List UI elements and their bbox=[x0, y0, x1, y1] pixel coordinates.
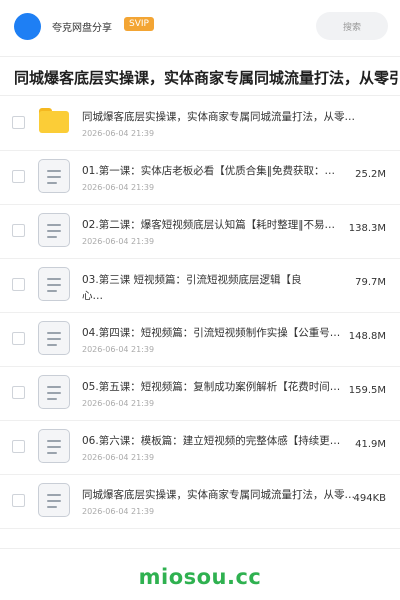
row-checkbox[interactable] bbox=[12, 116, 25, 129]
header: 夸克网盘分享 SVIP 搜索 bbox=[0, 0, 400, 52]
list-item[interactable]: 05.第五课：短视频篇：复制成功案例解析【花费时间… 2026-06-04 21… bbox=[0, 367, 400, 421]
item-date: 2026-06-04 21:39 bbox=[82, 399, 155, 408]
document-icon bbox=[38, 429, 70, 463]
item-date: 2026-06-04 21:39 bbox=[82, 453, 155, 462]
search-input[interactable]: 搜索 bbox=[316, 12, 388, 40]
document-icon bbox=[38, 375, 70, 409]
item-date: 2026-06-04 21:39 bbox=[82, 237, 155, 246]
file-list: 同城爆客底层实操课，实体商家专属同城流量打法，从零… 2026-06-04 21… bbox=[0, 97, 400, 529]
document-icon bbox=[38, 213, 70, 247]
share-title-bar: 同城爆客底层实操课，实体商家专属同城流量打法，从零引 bbox=[0, 56, 400, 96]
owner-name: 夸克网盘分享 bbox=[52, 23, 112, 34]
list-item[interactable]: 03.第三课 短视频篇：引流短视频底层逻辑【良心… 79.7M bbox=[0, 259, 400, 313]
item-size: 138.3M bbox=[348, 223, 386, 234]
document-icon bbox=[38, 267, 70, 301]
list-item[interactable]: 04.第四课：短视频篇：引流短视频制作实操【公重号… 2026-06-04 21… bbox=[0, 313, 400, 367]
row-checkbox[interactable] bbox=[12, 278, 25, 291]
item-size: 494KB bbox=[353, 493, 386, 504]
item-size: 148.8M bbox=[348, 331, 386, 342]
search-placeholder: 搜索 bbox=[342, 23, 361, 33]
document-icon bbox=[38, 483, 70, 517]
share-title: 同城爆客底层实操课，实体商家专属同城流量打法，从零引 bbox=[14, 69, 400, 87]
avatar[interactable] bbox=[14, 13, 41, 40]
item-size: 159.5M bbox=[348, 385, 386, 396]
item-size: 41.9M bbox=[355, 439, 386, 450]
svip-badge: SVIP bbox=[124, 17, 154, 31]
list-item[interactable]: 同城爆客底层实操课，实体商家专属同城流量打法，从零… 2026-06-04 21… bbox=[0, 475, 400, 529]
item-size: 79.7M bbox=[355, 277, 386, 288]
item-size: 25.2M bbox=[355, 169, 386, 180]
item-name: 同城爆客底层实操课，实体商家专属同城流量打法，从零… bbox=[82, 489, 355, 501]
list-item[interactable]: 同城爆客底层实操课，实体商家专属同城流量打法，从零… 2026-06-04 21… bbox=[0, 97, 400, 151]
watermark: miosou.cc bbox=[138, 565, 262, 589]
item-name: 同城爆客底层实操课，实体商家专属同城流量打法，从零… bbox=[82, 111, 355, 123]
row-checkbox[interactable] bbox=[12, 224, 25, 237]
row-checkbox[interactable] bbox=[12, 440, 25, 453]
item-name: 01.第一课：实体店老板必看【优质合集‖免费获取：… bbox=[82, 165, 335, 177]
document-icon bbox=[38, 159, 70, 193]
item-name: 03.第三课 短视频篇：引流短视频底层逻辑【良心… bbox=[82, 274, 302, 302]
item-date: 2026-06-04 21:39 bbox=[82, 345, 155, 354]
row-checkbox[interactable] bbox=[12, 386, 25, 399]
item-name: 04.第四课：短视频篇：引流短视频制作实操【公重号… bbox=[82, 327, 341, 339]
item-name: 02.第二课：爆客短视频底层认知篇【耗时整理‖不易… bbox=[82, 219, 335, 231]
list-item[interactable]: 02.第二课：爆客短视频底层认知篇【耗时整理‖不易… 2026-06-04 21… bbox=[0, 205, 400, 259]
item-name: 05.第五课：短视频篇：复制成功案例解析【花费时间… bbox=[82, 381, 341, 393]
footer: miosou.cc bbox=[0, 548, 400, 600]
item-date: 2026-06-04 21:39 bbox=[82, 183, 155, 192]
row-checkbox[interactable] bbox=[12, 494, 25, 507]
document-icon bbox=[38, 321, 70, 355]
list-item[interactable]: 01.第一课：实体店老板必看【优质合集‖免费获取：… 2026-06-04 21… bbox=[0, 151, 400, 205]
row-checkbox[interactable] bbox=[12, 170, 25, 183]
item-date: 2026-06-04 21:39 bbox=[82, 129, 155, 138]
item-name: 06.第六课：模板篇：建立短视频的完整体感【持续更… bbox=[82, 435, 341, 447]
item-date: 2026-06-04 21:39 bbox=[82, 507, 155, 516]
row-checkbox[interactable] bbox=[12, 332, 25, 345]
folder-icon bbox=[39, 108, 69, 133]
list-item[interactable]: 06.第六课：模板篇：建立短视频的完整体感【持续更… 2026-06-04 21… bbox=[0, 421, 400, 475]
